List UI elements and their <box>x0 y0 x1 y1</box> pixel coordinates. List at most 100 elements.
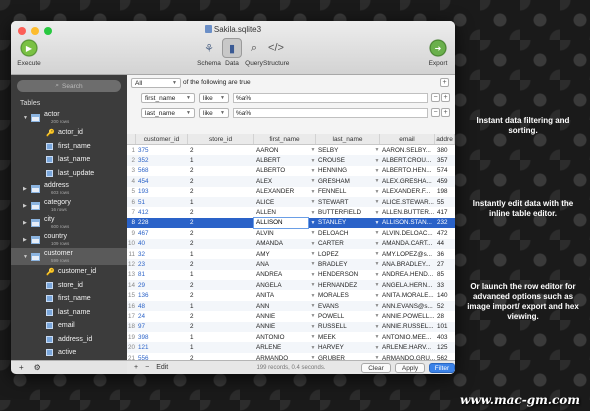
chevron-down-icon[interactable]: ▼ <box>308 322 316 332</box>
table-cell[interactable]: BRADLEY <box>316 259 372 269</box>
table-cell[interactable]: ANNIE <box>254 322 308 332</box>
query-button[interactable]: ⌕ Query <box>244 38 264 68</box>
chevron-down-icon[interactable]: ▼ <box>308 301 316 311</box>
column-customer-id[interactable]: 🔑 customer_id <box>11 265 127 279</box>
chevron-down-icon[interactable]: ▼ <box>308 280 316 290</box>
table-cell[interactable]: EVANS <box>316 301 372 311</box>
table-cell[interactable]: 417 <box>435 207 455 217</box>
table-cell[interactable]: BUTTERFIELD <box>316 207 372 217</box>
table-cell[interactable]: LOPEZ <box>316 249 372 259</box>
table-cell[interactable]: 2 <box>188 290 254 300</box>
table-cell[interactable]: 2 <box>188 228 254 238</box>
disclosure-closed-icon[interactable]: ▶ <box>23 186 29 192</box>
table-cell[interactable]: 1 <box>188 301 254 311</box>
match-select[interactable]: All ▼ <box>131 78 181 88</box>
table-row[interactable]: 20 121 1 ARLENE ▼ HARVEY ▼ ARLENE.HARV... 125 <box>127 342 455 353</box>
chevron-down-icon[interactable]: ▼ <box>372 342 380 352</box>
table-cell[interactable]: AMY <box>254 249 308 259</box>
table-row[interactable]: 8 228 2 ALLISON ▼ STANLEY ▼ ALLISON.STAN... 232 <box>127 216 455 230</box>
add-rule-button[interactable]: + <box>441 93 450 102</box>
table-actor[interactable]: ▼ actor 200 rows <box>11 109 127 126</box>
table-row[interactable]: 14 29 2 ANGELA ▼ HERNANDEZ ▼ ANGELA.HERN... 33 <box>127 280 455 291</box>
table-cell[interactable]: AARON.SELBY... <box>380 145 435 155</box>
table-row[interactable]: 13 81 1 ANDREA ▼ HENDERSON ▼ ANDREA.HEND... 85 <box>127 270 455 280</box>
table-cell[interactable]: 32 <box>136 249 188 259</box>
chevron-down-icon[interactable]: ▼ <box>308 228 316 238</box>
disclosure-closed-icon[interactable]: ▶ <box>23 203 29 209</box>
table-cell[interactable]: FENNELL <box>316 187 372 197</box>
rule-field-select[interactable]: last_name ▼ <box>141 108 195 118</box>
table-cell[interactable]: 48 <box>136 301 188 311</box>
table-cell[interactable]: DELOACH <box>316 228 372 238</box>
table-cell[interactable]: 2 <box>188 280 254 290</box>
chevron-down-icon[interactable]: ▼ <box>308 218 316 228</box>
table-cell[interactable]: 23 <box>136 259 188 269</box>
table-cell[interactable]: 1 <box>188 342 254 352</box>
table-cell[interactable]: 232 <box>435 218 455 228</box>
chevron-down-icon[interactable]: ▼ <box>372 259 380 269</box>
table-row[interactable]: 9 467 2 ALVIN ▼ DELOACH ▼ ALVIN.DELOAC... 472 <box>127 228 455 238</box>
table-row[interactable]: 3 568 2 ALBERTO ▼ HENNING ▼ ALBERTO.HEN... 574 <box>127 166 455 176</box>
table-cell[interactable]: ANTONIO <box>254 332 308 342</box>
table-cell[interactable]: ANNIE <box>254 311 308 321</box>
export-button[interactable]: ➜ Export <box>423 38 453 67</box>
rule-operator-select[interactable]: like ▼ <box>199 93 229 103</box>
table-cell[interactable]: 412 <box>136 207 188 217</box>
table-cell[interactable]: ALLEN.BUTTER... <box>380 207 435 217</box>
table-country[interactable]: ▶ country 109 rows <box>11 231 127 248</box>
table-cell[interactable]: 193 <box>136 187 188 197</box>
table-cell[interactable]: GRESHAM <box>316 176 372 186</box>
table-row[interactable]: 10 40 2 AMANDA ▼ CARTER ▼ AMANDA.CART... 44 <box>127 238 455 249</box>
execute-button[interactable]: ▶ Execute <box>14 38 44 67</box>
disclosure-closed-icon[interactable]: ▶ <box>23 220 29 226</box>
table-cell[interactable]: 1 <box>188 270 254 280</box>
table-cell[interactable]: ALLISON <box>253 216 309 230</box>
table-cell[interactable]: 2 <box>188 259 254 269</box>
table-cell[interactable]: STANLEY <box>316 218 372 228</box>
chevron-down-icon[interactable]: ▼ <box>372 322 380 332</box>
column-actor-id[interactable]: 🔑 actor_id <box>11 126 127 140</box>
table-cell[interactable]: 574 <box>435 166 455 176</box>
chevron-down-icon[interactable]: ▼ <box>308 332 316 342</box>
table-cell[interactable]: 24 <box>136 311 188 321</box>
table-cell[interactable]: 228 <box>136 218 188 228</box>
table-cell[interactable]: MORALES <box>316 290 372 300</box>
table-cell[interactable]: 2 <box>188 166 254 176</box>
chevron-down-icon[interactable]: ▼ <box>308 155 316 165</box>
search-input[interactable]: ⌕ Search <box>17 80 121 92</box>
table-cell[interactable]: 472 <box>435 228 455 238</box>
table-cell[interactable]: 2 <box>188 218 254 228</box>
chevron-down-icon[interactable]: ▼ <box>308 176 316 186</box>
column-email[interactable]: email <box>11 319 127 333</box>
rule-value-input[interactable]: %a% <box>233 108 428 118</box>
gear-icon[interactable]: ⚙ <box>34 363 41 372</box>
column-first-name[interactable]: first_name <box>11 140 127 154</box>
table-cell[interactable]: ANDREA <box>254 270 308 280</box>
column-last-update[interactable]: last_update <box>11 167 127 181</box>
table-cell[interactable]: CARTER <box>316 239 372 249</box>
table-cell[interactable]: 29 <box>136 280 188 290</box>
table-cell[interactable]: HARVEY <box>316 342 372 352</box>
table-cell[interactable]: 40 <box>136 239 188 249</box>
table-address[interactable]: ▶ address 603 rows <box>11 180 127 197</box>
chevron-down-icon[interactable]: ▼ <box>308 197 316 207</box>
table-cell[interactable]: MEEK <box>316 332 372 342</box>
chevron-down-icon[interactable]: ▼ <box>308 342 316 352</box>
table-cell[interactable]: 357 <box>435 155 455 165</box>
table-cell[interactable]: AMANDA.CART... <box>380 239 435 249</box>
table-row[interactable]: 6 51 1 ALICE ▼ STEWART ▼ ALICE.STEWAR... 55 <box>127 196 455 208</box>
table-cell[interactable]: 198 <box>435 187 455 197</box>
column-first-name[interactable]: first_name <box>11 292 127 306</box>
table-cell[interactable]: 403 <box>435 332 455 342</box>
table-cell[interactable]: ANN <box>254 301 308 311</box>
disclosure-open-icon[interactable]: ▼ <box>23 254 29 260</box>
table-cell[interactable]: ANGELA.HERN... <box>380 280 435 290</box>
chevron-down-icon[interactable]: ▼ <box>372 290 380 300</box>
table-cell[interactable]: ARLENE <box>254 342 308 352</box>
table-cell[interactable]: 33 <box>435 280 455 290</box>
chevron-down-icon[interactable]: ▼ <box>308 145 316 155</box>
filter-button[interactable]: Filter <box>429 363 455 373</box>
table-cell[interactable]: 2 <box>188 176 254 186</box>
chevron-down-icon[interactable]: ▼ <box>308 207 316 217</box>
column-last-name[interactable]: last_name <box>11 306 127 320</box>
